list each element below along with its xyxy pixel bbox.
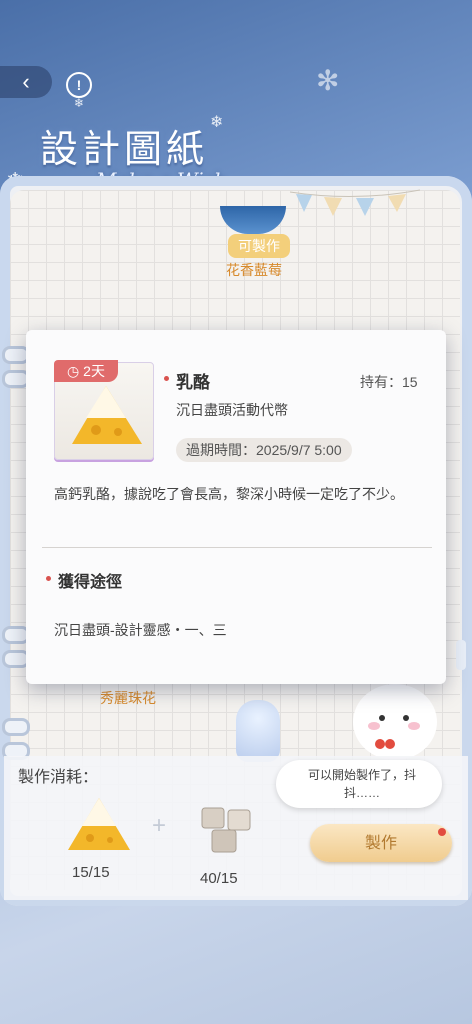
cost-label: 製作消耗：: [18, 769, 99, 786]
bunting-decoration: [290, 189, 420, 216]
clock-icon: ◷: [67, 363, 84, 379]
ice-statue-image: [236, 700, 280, 762]
item-description: 高鈣乳酪，據說吃了會長高，黎深小時候一定吃了不少。: [54, 486, 404, 502]
info-icon: !: [76, 77, 82, 93]
expiry-badge-text: 2天: [83, 363, 105, 379]
snowflake-icon: ✻: [316, 65, 340, 96]
page-title: 設計圖紙: [40, 127, 209, 171]
owned-count: 持有：15: [360, 374, 418, 390]
source-section-title: 獲得途徑: [58, 574, 123, 591]
bullet-dot: [164, 376, 169, 381]
expiry-badge: ◷ 2天: [54, 360, 118, 382]
item-type: 沉日盡頭活動代幣: [176, 402, 288, 418]
snowman-image: [353, 684, 437, 760]
cheese-icon: [72, 386, 142, 444]
info-button[interactable]: !: [66, 72, 92, 98]
snowflake-icon: ❄: [210, 114, 224, 131]
bullet-dot: [46, 576, 51, 581]
craftable-label: 可製作: [228, 234, 290, 258]
plus-icon: +: [152, 812, 167, 839]
page-edge: [456, 640, 466, 670]
background-item-name: 秀麗珠花: [100, 690, 156, 706]
source-text[interactable]: 沉日盡頭-設計靈感・一、三: [54, 620, 227, 640]
material-count: 15/15: [72, 864, 110, 881]
notification-dot: [438, 828, 446, 836]
item-name: 乳酪: [176, 373, 210, 392]
cheese-icon[interactable]: [64, 794, 134, 858]
crystal-cubes-icon[interactable]: [196, 800, 260, 864]
material-count: 40/15: [200, 870, 238, 887]
expiry-time: 過期時間：2025/9/7 5:00: [176, 438, 352, 462]
make-button[interactable]: 製作: [310, 824, 452, 862]
back-button[interactable]: ‹: [0, 66, 52, 98]
speech-bubble-text: 可以開始製作了，抖抖……: [307, 768, 416, 800]
product-name: 花香藍莓: [226, 262, 282, 278]
snowflake-icon: ❄: [74, 96, 85, 110]
chevron-left-icon: ‹: [22, 69, 30, 94]
divider: [42, 547, 432, 548]
